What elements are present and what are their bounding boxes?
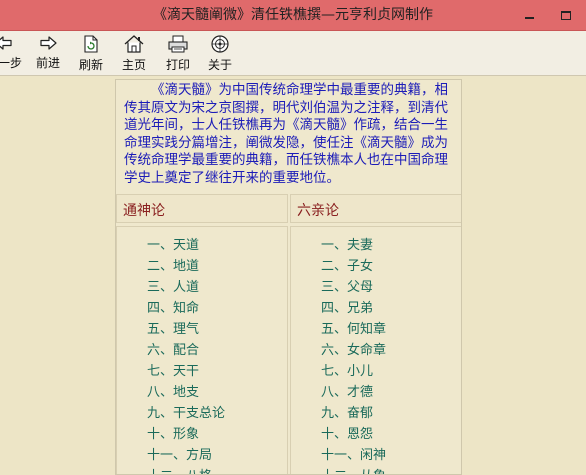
minimize-button[interactable] bbox=[515, 4, 543, 26]
heading-liuqinlun: 六亲论 bbox=[297, 203, 339, 219]
chapter-link[interactable]: 二、子女 bbox=[321, 256, 386, 277]
info-globe-icon bbox=[211, 35, 229, 53]
home-icon bbox=[124, 35, 144, 53]
chapter-link[interactable]: 十一、方局 bbox=[147, 445, 225, 466]
title-bar: 《滴天髓阐微》清任铁樵撰—元亨利贞网制作 bbox=[0, 0, 586, 31]
chapter-link[interactable]: 九、奋郁 bbox=[321, 403, 386, 424]
chapter-list-left: 一、天道 二、地道 三、人道 四、知命 五、理气 六、配合 七、天干 八、地支 … bbox=[116, 226, 288, 474]
refresh-icon bbox=[84, 35, 98, 53]
chapter-link[interactable]: 五、理气 bbox=[147, 319, 225, 340]
refresh-button[interactable]: 刷新 bbox=[79, 34, 103, 73]
forward-label: 前进 bbox=[36, 56, 61, 70]
minimize-icon bbox=[524, 16, 534, 19]
content-area: 《滴天髓》为中国传统命理学中最重要的典籍，相传其原文为宋之京图撰，明代刘伯温为之… bbox=[0, 76, 586, 475]
chapter-link[interactable]: 四、知命 bbox=[147, 298, 225, 319]
chapter-link[interactable]: 四、兄弟 bbox=[321, 298, 386, 319]
chapter-link[interactable]: 三、人道 bbox=[147, 277, 225, 298]
chapter-link[interactable]: 十、形象 bbox=[147, 424, 225, 445]
chapter-link[interactable]: 七、天干 bbox=[147, 361, 225, 382]
back-button[interactable]: 上一步 bbox=[0, 34, 22, 71]
chapter-link[interactable]: 一、夫妻 bbox=[321, 235, 386, 256]
about-button[interactable]: 关于 bbox=[208, 34, 232, 73]
chapter-list-right: 一、夫妻 二、子女 三、父母 四、兄弟 五、何知章 六、女命章 七、小儿 八、才… bbox=[290, 226, 461, 474]
intro-paragraph: 《滴天髓》为中国传统命理学中最重要的典籍，相传其原文为宋之京图撰，明代刘伯温为之… bbox=[124, 82, 448, 186]
chapter-link[interactable]: 三、父母 bbox=[321, 277, 386, 298]
toolbar: 上一步 前进 刷新 主页 打印 bbox=[0, 31, 586, 76]
chapter-link[interactable]: 十二、八格 bbox=[147, 466, 225, 474]
chapter-link[interactable]: 十一、闲神 bbox=[321, 445, 386, 466]
chapter-link[interactable]: 六、配合 bbox=[147, 340, 225, 361]
chapter-link[interactable]: 八、才德 bbox=[321, 382, 386, 403]
window-title: 《滴天髓阐微》清任铁樵撰—元亨利贞网制作 bbox=[153, 7, 433, 23]
chapter-link[interactable]: 十、恩怨 bbox=[321, 424, 386, 445]
chapter-link[interactable]: 六、女命章 bbox=[321, 340, 386, 361]
printer-icon bbox=[168, 35, 188, 53]
chapter-link[interactable]: 五、何知章 bbox=[321, 319, 386, 340]
home-label: 主页 bbox=[122, 58, 147, 72]
refresh-label: 刷新 bbox=[79, 58, 104, 72]
forward-arrow-icon bbox=[40, 36, 57, 50]
heading-tongshenlun: 通神论 bbox=[123, 203, 165, 219]
home-button[interactable]: 主页 bbox=[122, 34, 146, 73]
section-heading-left: 通神论 bbox=[116, 194, 288, 223]
maximize-button[interactable] bbox=[552, 4, 580, 26]
forward-button[interactable]: 前进 bbox=[36, 34, 60, 71]
chapter-link[interactable]: 八、地支 bbox=[147, 382, 225, 403]
print-label: 打印 bbox=[166, 58, 191, 72]
chapter-link[interactable]: 十二、从象 bbox=[321, 466, 386, 474]
back-arrow-icon bbox=[0, 36, 12, 50]
maximize-icon bbox=[561, 10, 571, 20]
back-label: 上一步 bbox=[0, 56, 23, 70]
print-button[interactable]: 打印 bbox=[166, 34, 190, 73]
chapter-link[interactable]: 一、天道 bbox=[147, 235, 225, 256]
about-label: 关于 bbox=[208, 58, 233, 72]
chapter-link[interactable]: 二、地道 bbox=[147, 256, 225, 277]
chapter-link[interactable]: 七、小儿 bbox=[321, 361, 386, 382]
main-panel: 《滴天髓》为中国传统命理学中最重要的典籍，相传其原文为宋之京图撰，明代刘伯温为之… bbox=[115, 79, 462, 475]
section-heading-right: 六亲论 bbox=[290, 194, 461, 223]
chapter-link[interactable]: 九、干支总论 bbox=[147, 403, 225, 424]
